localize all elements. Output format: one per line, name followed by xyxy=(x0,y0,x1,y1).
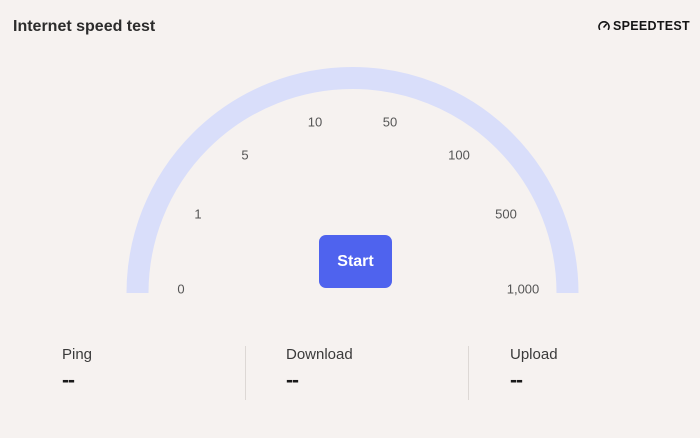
divider xyxy=(468,346,469,400)
start-button[interactable]: Start xyxy=(319,235,392,288)
download-metric: Download -- xyxy=(286,346,353,393)
gauge-tick-label: 500 xyxy=(495,206,517,222)
gauge-tick-label: 1,000 xyxy=(506,281,540,297)
gauge-tick-label: 50 xyxy=(382,114,398,130)
ping-value: -- xyxy=(62,369,75,392)
gauge-tick-label: 10 xyxy=(307,114,323,130)
download-label: Download xyxy=(286,346,353,363)
divider xyxy=(245,346,246,400)
gauge-tick-label: 5 xyxy=(241,147,249,163)
gauge-tick-label: 0 xyxy=(177,281,185,297)
gauge-tick-label: 1 xyxy=(194,206,202,222)
ping-metric: Ping -- xyxy=(62,346,92,393)
upload-label: Upload xyxy=(510,346,558,363)
upload-metric: Upload -- xyxy=(510,346,558,393)
results-panel: Ping -- Download -- Upload -- xyxy=(0,346,700,402)
upload-value: -- xyxy=(510,369,523,392)
gauge-tick-label: 100 xyxy=(448,147,470,163)
ping-label: Ping xyxy=(62,346,93,363)
download-value: -- xyxy=(286,369,299,392)
